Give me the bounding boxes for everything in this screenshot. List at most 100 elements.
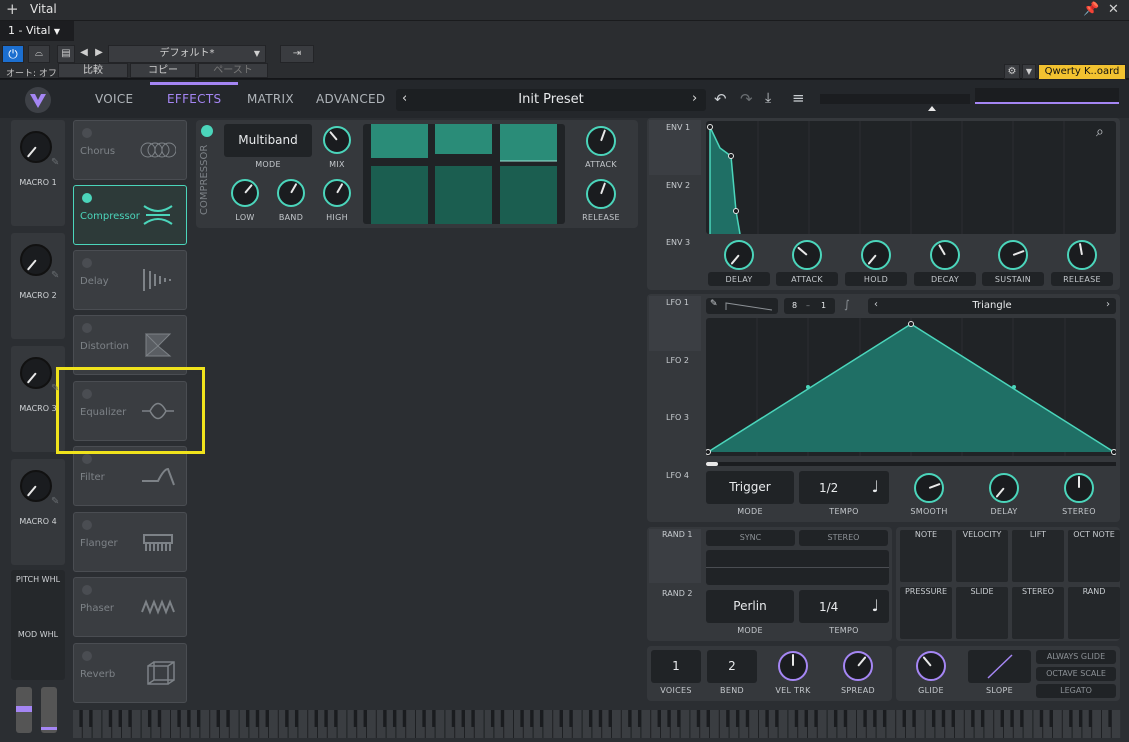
- lfo-stereo-knob[interactable]: [1064, 473, 1094, 503]
- spread-knob[interactable]: [843, 651, 873, 681]
- grid-y-value[interactable]: 1: [821, 301, 826, 310]
- octave-scale-button[interactable]: OCTAVE SCALE: [1036, 667, 1116, 681]
- lfo-phase-bar[interactable]: [706, 462, 1116, 466]
- tab-effects[interactable]: EFFECTS: [167, 92, 221, 106]
- auto-off-label[interactable]: オート: オフ: [6, 66, 57, 79]
- effect-card-phaser[interactable]: Phaser: [73, 577, 187, 637]
- piano-keyboard[interactable]: [73, 710, 1121, 738]
- compressor-mode-selector[interactable]: Multiband: [224, 124, 312, 157]
- macro-edit-icon[interactable]: ✎: [51, 383, 59, 394]
- env-decay-knob[interactable]: [930, 240, 960, 270]
- tab-rand-2[interactable]: RAND 2: [662, 589, 692, 598]
- env-attack-knob[interactable]: [792, 240, 822, 270]
- env-hold-knob[interactable]: [861, 240, 891, 270]
- macro-4-knob[interactable]: [20, 470, 52, 502]
- always-glide-button[interactable]: ALWAYS GLIDE: [1036, 650, 1116, 664]
- save-preset-icon[interactable]: ⤓: [765, 90, 771, 106]
- effect-card-compressor[interactable]: Compressor: [73, 185, 187, 245]
- route-icon[interactable]: ⇥: [280, 45, 314, 63]
- mod-source-pressure[interactable]: PRESSURE: [900, 587, 952, 639]
- mod-source-slide[interactable]: SLIDE: [956, 587, 1008, 639]
- rand-stereo-button[interactable]: STEREO: [799, 530, 888, 546]
- zoom-icon[interactable]: ⌕: [1096, 124, 1104, 140]
- mod-source-rand[interactable]: RAND: [1068, 587, 1120, 639]
- tab-vital[interactable]: 1 - Vital ▼: [0, 21, 74, 41]
- vel-trk-knob[interactable]: [778, 651, 808, 681]
- macro-4-label[interactable]: MACRO 4: [11, 517, 65, 526]
- high-knob[interactable]: [323, 179, 351, 207]
- lfo-mode-selector[interactable]: Trigger: [706, 471, 794, 504]
- next-preset-icon[interactable]: ▶: [92, 45, 106, 63]
- effect-card-delay[interactable]: Delay: [73, 250, 187, 310]
- comp-attack-knob[interactable]: [586, 126, 616, 156]
- effect-power-icon[interactable]: [82, 520, 92, 530]
- tab-voice[interactable]: VOICE: [95, 92, 133, 106]
- voices-value[interactable]: 1: [651, 650, 701, 683]
- tab-lfo-3[interactable]: LFO 3: [666, 413, 689, 422]
- macro-1-label[interactable]: MACRO 1: [11, 178, 65, 187]
- lfo-paint-selector[interactable]: ✎: [706, 298, 778, 314]
- mod-source-velocity[interactable]: VELOCITY: [956, 530, 1008, 582]
- smooth-curve-icon[interactable]: ∫: [844, 298, 850, 311]
- bend-value[interactable]: 2: [707, 650, 757, 683]
- lfo-delay-knob[interactable]: [989, 473, 1019, 503]
- keyboard-button[interactable]: Qwerty K..oard: [1038, 64, 1126, 80]
- macro-edit-icon[interactable]: ✎: [51, 270, 59, 281]
- undo-icon[interactable]: ↶: [714, 90, 727, 108]
- env-sustain-knob[interactable]: [998, 240, 1028, 270]
- lfo-grid-size[interactable]: 8 – 1: [784, 298, 835, 314]
- shape-next-icon[interactable]: ›: [1106, 299, 1110, 310]
- effect-card-flanger[interactable]: Flanger: [73, 512, 187, 572]
- save-icon[interactable]: ▤: [57, 45, 75, 63]
- effect-card-reverb[interactable]: Reverb: [73, 643, 187, 703]
- effect-power-icon[interactable]: [82, 128, 92, 138]
- effect-power-icon[interactable]: [82, 193, 92, 203]
- tab-env-1[interactable]: ENV 1: [666, 123, 690, 132]
- tab-advanced[interactable]: ADVANCED: [316, 92, 385, 106]
- tab-env-3[interactable]: ENV 3: [666, 238, 690, 247]
- rand-mode-selector[interactable]: Perlin: [706, 590, 794, 623]
- effect-power-icon[interactable]: [82, 258, 92, 268]
- rand-sync-button[interactable]: SYNC: [706, 530, 795, 546]
- tab-lfo-2[interactable]: LFO 2: [666, 356, 689, 365]
- glide-knob[interactable]: [916, 651, 946, 681]
- env-delay-knob[interactable]: [724, 240, 754, 270]
- macro-2-knob[interactable]: [20, 244, 52, 276]
- mix-knob[interactable]: [323, 126, 351, 154]
- lfo-smooth-knob[interactable]: [914, 473, 944, 503]
- mod-source-oct-note[interactable]: OCT NOTE: [1068, 530, 1120, 582]
- tab-rand-1[interactable]: RAND 1: [662, 530, 692, 539]
- compare-button[interactable]: 比較: [58, 63, 128, 78]
- paste-button[interactable]: ペースト: [198, 63, 268, 78]
- compressor-band-display[interactable]: [363, 124, 565, 224]
- macro-3-knob[interactable]: [20, 357, 52, 389]
- lfo-tempo-selector[interactable]: 1/2 ♩: [799, 471, 889, 504]
- rand-note-icon[interactable]: ♩: [871, 596, 879, 615]
- gear-icon[interactable]: ⚙: [1004, 64, 1020, 79]
- link-icon[interactable]: ⌓: [28, 45, 50, 63]
- macro-edit-icon[interactable]: ✎: [51, 157, 59, 168]
- copy-button[interactable]: コピー: [130, 63, 196, 78]
- effect-power-icon[interactable]: [82, 323, 92, 333]
- close-icon[interactable]: ✕: [1108, 2, 1119, 17]
- macro-edit-icon[interactable]: ✎: [51, 496, 59, 507]
- host-preset-dropdown[interactable]: デフォルト* ▼: [108, 45, 266, 63]
- tab-lfo-4[interactable]: LFO 4: [666, 471, 689, 480]
- pitch-wheel[interactable]: [16, 687, 32, 733]
- effect-card-chorus[interactable]: Chorus: [73, 120, 187, 180]
- mod-source-lift[interactable]: LIFT: [1012, 530, 1064, 582]
- preset-name[interactable]: Init Preset: [396, 92, 706, 107]
- effect-power-icon[interactable]: [82, 585, 92, 595]
- effect-card-filter[interactable]: Filter: [73, 446, 187, 506]
- preset-next-icon[interactable]: ›: [692, 91, 697, 106]
- lfo-shape-selector[interactable]: ‹ Triangle ›: [868, 298, 1116, 314]
- macro-2-label[interactable]: MACRO 2: [11, 291, 65, 300]
- comp-release-knob[interactable]: [586, 179, 616, 209]
- redo-icon[interactable]: ↷: [740, 90, 753, 108]
- menu-icon[interactable]: ≡: [792, 89, 805, 107]
- env-release-knob[interactable]: [1067, 240, 1097, 270]
- macro-1-knob[interactable]: [20, 131, 52, 163]
- tab-env-2[interactable]: ENV 2: [666, 181, 690, 190]
- grid-x-value[interactable]: 8: [792, 301, 797, 310]
- legato-button[interactable]: LEGATO: [1036, 684, 1116, 698]
